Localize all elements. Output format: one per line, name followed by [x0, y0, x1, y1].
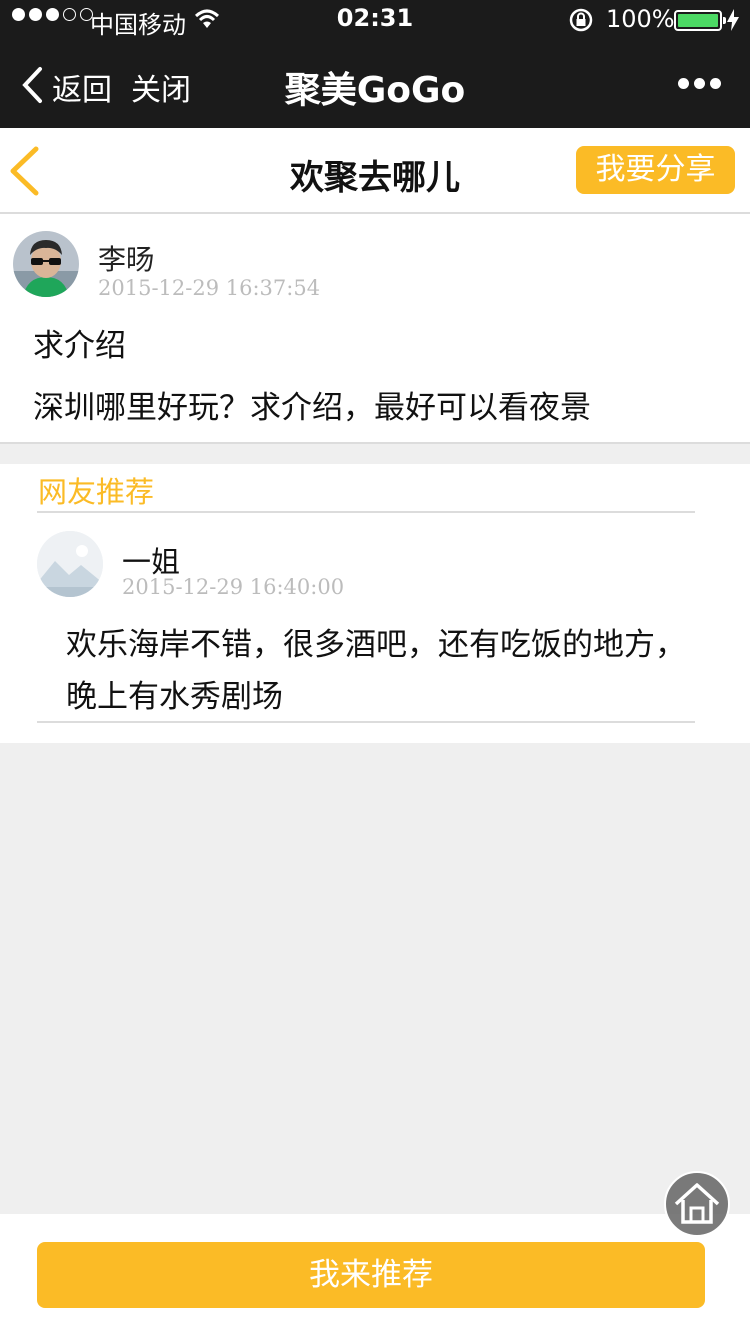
app-title: 聚美GoGo [284, 70, 466, 111]
home-button[interactable] [664, 1171, 730, 1237]
question-post: 李旸 2015-12-29 16:37:54 求介绍 深圳哪里好玩？求介绍，最好… [0, 214, 750, 444]
author-avatar[interactable] [13, 231, 79, 297]
recommend-button[interactable]: 我来推荐 [37, 1242, 705, 1308]
more-options-icon[interactable] [678, 78, 726, 89]
recommendations-section: 网友推荐 一姐 2015-12-29 16:40:00 欢乐海岸不错，很多酒吧，… [0, 464, 750, 743]
rotation-lock-icon [568, 8, 594, 36]
charging-icon [727, 9, 739, 35]
author-name: 李旸 [98, 243, 155, 276]
battery-icon [674, 10, 726, 31]
post-body: 深圳哪里好玩？求介绍，最好可以看夜景 [33, 390, 591, 426]
browser-nav-bar: 返回 关闭 聚美GoGo [0, 40, 750, 128]
share-button[interactable]: 我要分享 [576, 146, 735, 194]
divider [37, 511, 695, 513]
bottom-action-bar: 我来推荐 [0, 1214, 750, 1334]
reply-body: 欢乐海岸不错，很多酒吧，还有吃饭的地方，晚上有水秀剧场 [66, 627, 686, 715]
battery-percentage: 100% [606, 5, 675, 33]
post-title: 求介绍 [33, 328, 126, 364]
recommendations-heading: 网友推荐 [38, 475, 155, 509]
home-icon [666, 1183, 728, 1239]
reply-timestamp: 2015-12-29 16:40:00 [122, 575, 345, 599]
status-bar: 中国移动 02:31 100% [0, 0, 750, 40]
reply-avatar[interactable] [37, 531, 103, 597]
post-timestamp: 2015-12-29 16:37:54 [98, 276, 321, 300]
divider [37, 721, 695, 723]
page-header: 欢聚去哪儿 我要分享 [0, 128, 750, 214]
